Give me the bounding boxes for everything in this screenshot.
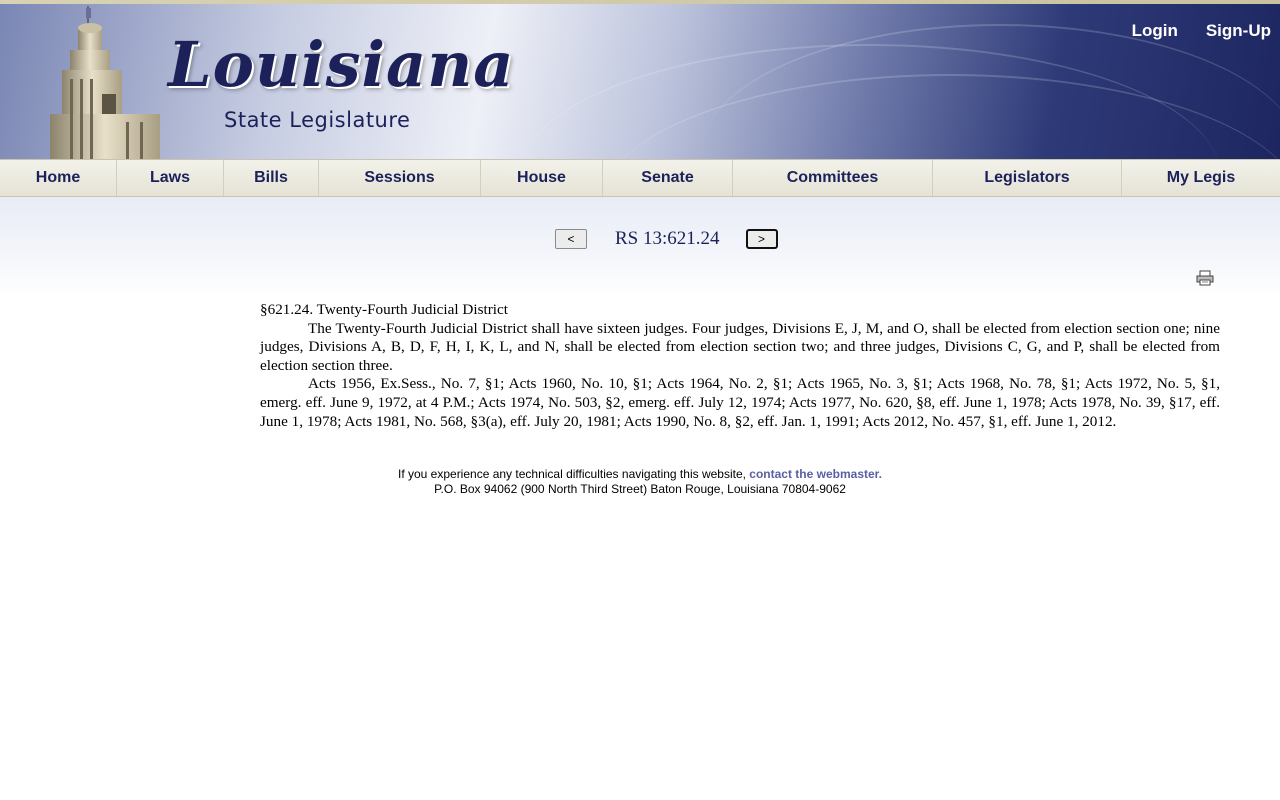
law-text-panel: §621.24. Twenty-Fourth Judicial District… <box>250 293 1230 434</box>
nav-item-legislators[interactable]: Legislators <box>933 160 1122 196</box>
nav-item-home[interactable]: Home <box>0 160 117 196</box>
nav-item-senate[interactable]: Senate <box>603 160 733 196</box>
law-citation-title: RS 13:621.24 <box>615 228 720 249</box>
nav-item-my-legis[interactable]: My Legis <box>1122 160 1280 196</box>
next-law-button[interactable]: > <box>745 229 778 249</box>
main-nav: Home Laws Bills Sessions House Senate Co… <box>0 159 1280 197</box>
login-link[interactable]: Login <box>1132 21 1178 41</box>
nav-item-bills[interactable]: Bills <box>224 160 319 196</box>
footer-help-line: If you experience any technical difficul… <box>0 467 1280 482</box>
contact-webmaster-link[interactable]: contact the webmaster. <box>749 467 882 481</box>
nav-item-house[interactable]: House <box>481 160 603 196</box>
nav-item-committees[interactable]: Committees <box>733 160 933 196</box>
site-banner: Louisiana State Legislature Login Sign-U… <box>0 4 1280 159</box>
signup-link[interactable]: Sign-Up <box>1206 21 1271 41</box>
logo-wordmark[interactable]: Louisiana <box>168 34 514 96</box>
law-history-paragraph: Acts 1956, Ex.Sess., No. 7, §1; Acts 196… <box>260 375 1220 430</box>
law-body-paragraph: The Twenty-Fourth Judicial District shal… <box>260 319 1220 374</box>
footer-help-text: If you experience any technical difficul… <box>397 467 750 481</box>
footer-address: P.O. Box 94062 (900 North Third Street) … <box>434 482 846 496</box>
previous-law-button[interactable]: < <box>555 229 587 249</box>
account-links: Login Sign-Up <box>1132 21 1271 41</box>
page-footer: If you experience any technical difficul… <box>0 467 1280 497</box>
content-area: < RS 13:621.24 > §621.24. Twenty-Fourth … <box>0 197 1280 497</box>
law-section-heading: §621.24. Twenty-Fourth Judicial District <box>260 301 508 318</box>
nav-item-laws[interactable]: Laws <box>117 160 224 196</box>
capitol-building-image <box>50 6 160 159</box>
printer-icon[interactable] <box>1196 270 1214 286</box>
law-pager: < RS 13:621.24 > <box>555 228 778 250</box>
logo-subtitle: State Legislature <box>224 108 411 132</box>
nav-item-sessions[interactable]: Sessions <box>319 160 481 196</box>
